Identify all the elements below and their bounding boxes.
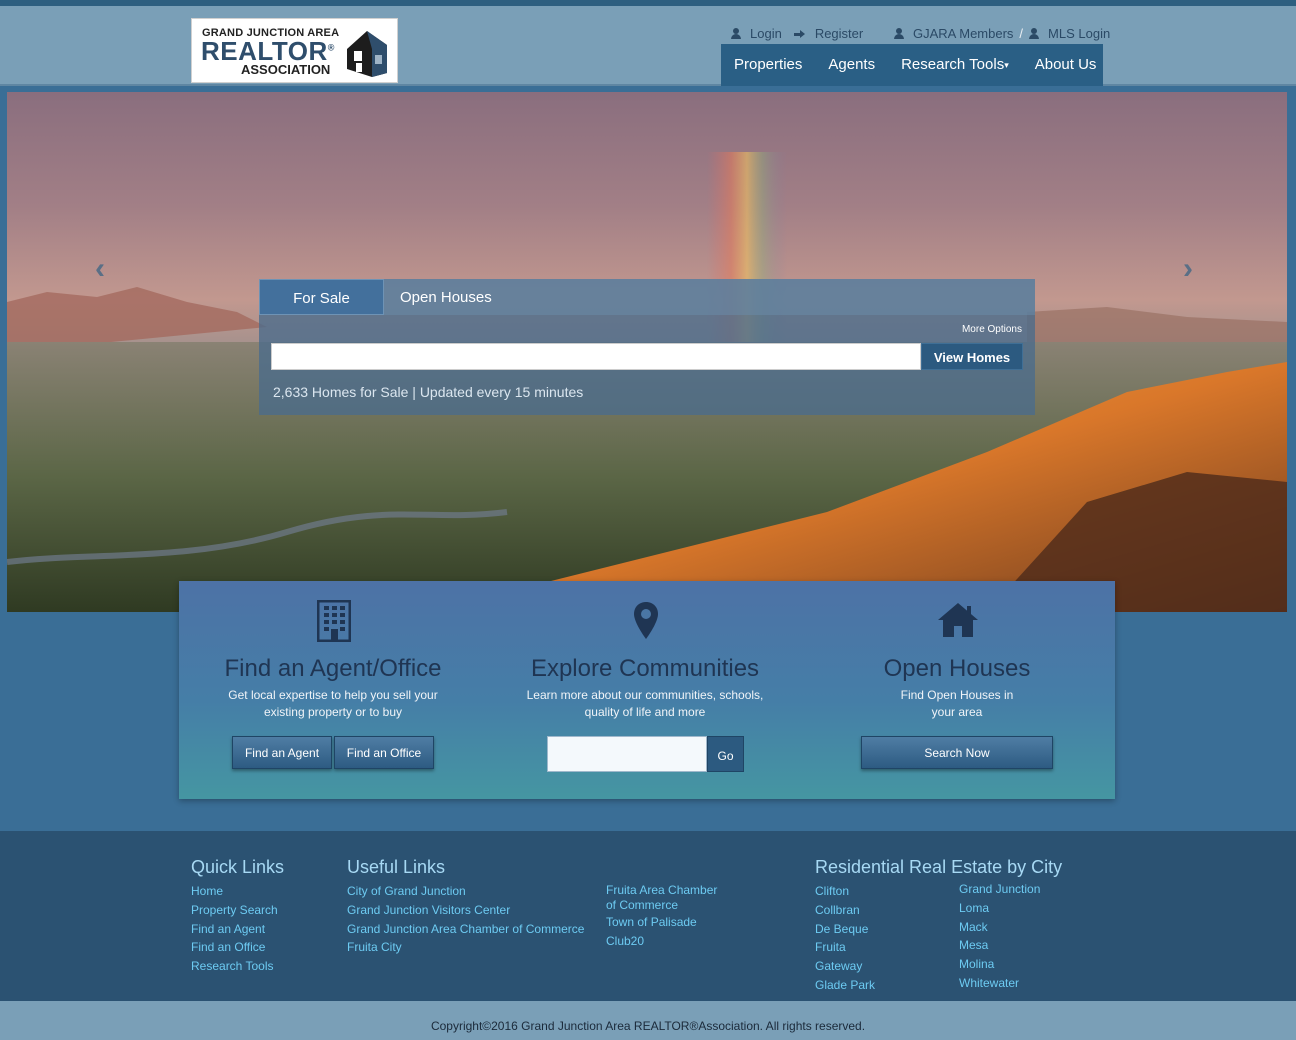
community-go-button[interactable]: Go xyxy=(707,736,744,772)
logo-line3: ASSOCIATION xyxy=(241,62,331,77)
nav-agents[interactable]: Agents xyxy=(815,44,888,86)
communities-desc-2: quality of life and more xyxy=(584,705,706,719)
footer-link-find-office[interactable]: Find an Office xyxy=(191,938,284,957)
property-search-input[interactable] xyxy=(271,343,921,370)
footer-link-research-tools[interactable]: Research Tools xyxy=(191,957,284,976)
footer-link-visitors-center[interactable]: Grand Junction Visitors Center xyxy=(347,901,584,920)
site-header: GRAND JUNCTION AREA REALTOR® ASSOCIATION… xyxy=(0,6,1296,86)
find-agent-button[interactable]: Find an Agent xyxy=(232,736,332,769)
open-houses-desc-1: Find Open Houses in xyxy=(900,688,1014,702)
community-search-input[interactable] xyxy=(547,736,707,772)
gjara-members-link[interactable]: GJARA Members xyxy=(913,26,1013,41)
member-links: GJARA Members / MLS Login xyxy=(894,26,1110,41)
useful-links-column: Useful Links City of Grand Junction Gran… xyxy=(347,857,584,957)
nav-properties[interactable]: Properties xyxy=(721,44,815,86)
property-search-box: For Sale Open Houses More Options View H… xyxy=(259,279,1035,415)
city-link[interactable]: Grand Junction xyxy=(959,880,1040,899)
main-nav: Properties Agents Research Tools▾ About … xyxy=(721,44,1103,86)
logo[interactable]: GRAND JUNCTION AREA REALTOR® ASSOCIATION xyxy=(191,18,398,83)
quick-links-title: Quick Links xyxy=(191,857,285,877)
city-link[interactable]: Loma xyxy=(959,899,1040,918)
city-link[interactable]: Molina xyxy=(959,955,1040,974)
site-footer: Quick Links Home Property Search Find an… xyxy=(0,831,1296,1001)
login-links: Login Register xyxy=(731,26,863,41)
map-marker-icon xyxy=(634,602,658,639)
useful-links-title: Useful Links xyxy=(347,857,446,877)
user-icon xyxy=(1029,28,1040,39)
residential-title: Residential Real Estate by City xyxy=(815,857,1063,877)
copyright-text: Copyright©2016 Grand Junction Area REALT… xyxy=(0,1001,1296,1040)
building-icon xyxy=(317,600,351,642)
search-tabs: For Sale Open Houses xyxy=(259,279,1035,315)
footer-link-property-search[interactable]: Property Search xyxy=(191,901,284,920)
home-icon xyxy=(938,603,978,637)
residential-column-2: Grand Junction Loma Mack Mesa Molina Whi… xyxy=(959,880,1040,993)
tab-for-sale[interactable]: For Sale xyxy=(259,279,384,315)
footer-link-fruita-chamber[interactable]: Fruita Area Chamber of Commerce xyxy=(606,883,717,913)
footer-link-city-gj[interactable]: City of Grand Junction xyxy=(347,882,584,901)
link-separator: / xyxy=(1019,26,1024,41)
city-link[interactable]: Mesa xyxy=(959,936,1040,955)
footer-link-home[interactable]: Home xyxy=(191,882,284,901)
agent-office-desc-2: existing property or to buy xyxy=(263,705,403,719)
city-link[interactable]: Mack xyxy=(959,918,1040,937)
next-slide-icon[interactable]: › xyxy=(1183,252,1193,286)
register-link[interactable]: Register xyxy=(815,26,863,41)
caret-down-icon: ▾ xyxy=(1004,60,1009,71)
search-now-button[interactable]: Search Now xyxy=(861,736,1053,769)
nav-research-tools-label: Research Tools xyxy=(901,56,1005,73)
useful-links-column-2: Fruita Area Chamber of Commerce Town of P… xyxy=(606,883,717,951)
nav-research-tools[interactable]: Research Tools▾ xyxy=(888,44,1022,86)
city-link[interactable]: Whitewater xyxy=(959,974,1040,993)
quick-links-column: Quick Links Home Property Search Find an… xyxy=(191,857,284,976)
communities-desc-1: Learn more about our communities, school… xyxy=(526,688,764,702)
fruita-chamber-line2: of Commerce xyxy=(606,898,679,912)
logo-house-icon xyxy=(347,31,387,77)
communities-title: Explore Communities xyxy=(530,655,760,682)
login-link[interactable]: Login xyxy=(750,26,782,41)
mls-login-link[interactable]: MLS Login xyxy=(1048,26,1110,41)
footer-link-gj-chamber[interactable]: Grand Junction Area Chamber of Commerce xyxy=(347,920,584,939)
open-houses-desc-2: your area xyxy=(931,705,983,719)
homes-count-text: 2,633 Homes for Sale | Updated every 15 … xyxy=(273,384,584,400)
fruita-chamber-line1: Fruita Area Chamber xyxy=(606,883,718,897)
nav-about-us[interactable]: About Us xyxy=(1022,44,1110,86)
footer-link-fruita-city[interactable]: Fruita City xyxy=(347,938,584,957)
more-options-link[interactable]: More Options xyxy=(962,324,1022,335)
agent-office-desc-1: Get local expertise to help you sell you… xyxy=(228,688,438,702)
footer-link-palisade[interactable]: Town of Palisade xyxy=(606,913,717,932)
view-homes-button[interactable]: View Homes xyxy=(921,343,1023,370)
features-panel: Find an Agent/Office Get local expertise… xyxy=(179,581,1115,799)
find-office-button[interactable]: Find an Office xyxy=(334,736,434,769)
sign-in-icon xyxy=(793,29,806,39)
user-icon xyxy=(731,28,741,39)
agent-office-title: Find an Agent/Office xyxy=(224,655,442,682)
prev-slide-icon[interactable]: ‹ xyxy=(95,252,105,286)
footer-link-find-agent[interactable]: Find an Agent xyxy=(191,920,284,939)
tab-open-houses[interactable]: Open Houses xyxy=(384,279,492,315)
open-houses-title: Open Houses xyxy=(883,655,1031,682)
user-icon xyxy=(894,28,904,39)
footer-link-club20[interactable]: Club20 xyxy=(606,932,717,951)
